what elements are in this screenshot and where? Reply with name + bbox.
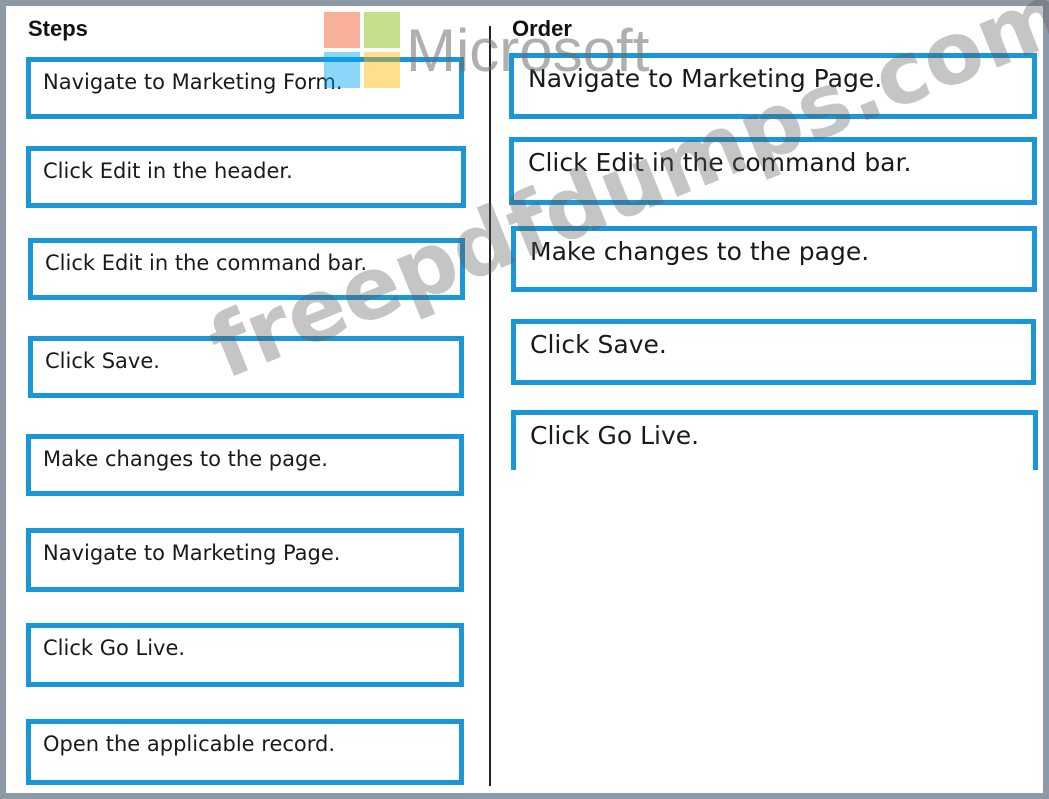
order-label: Click Edit in the command bar.	[528, 148, 912, 177]
step-label: Click Save.	[45, 349, 160, 373]
step-item-click-go-live[interactable]: Click Go Live.	[26, 623, 464, 687]
order-heading: Order	[512, 16, 572, 41]
order-slot-3[interactable]: Make changes to the page.	[511, 226, 1037, 292]
step-label: Click Go Live.	[43, 636, 186, 660]
order-label: Click Save.	[530, 330, 667, 359]
step-label: Make changes to the page.	[43, 447, 328, 471]
column-divider	[489, 26, 491, 786]
question-frame: Steps Order Navigate to Marketing Form. …	[0, 0, 1049, 799]
step-item-click-edit-command-bar[interactable]: Click Edit in the command bar.	[28, 238, 465, 300]
step-item-make-changes[interactable]: Make changes to the page.	[26, 434, 464, 496]
step-label: Click Edit in the command bar.	[45, 251, 368, 275]
order-label: Click Go Live.	[530, 421, 700, 450]
step-item-open-record[interactable]: Open the applicable record.	[26, 719, 464, 785]
step-label: Click Edit in the header.	[43, 159, 293, 183]
step-label: Open the applicable record.	[43, 732, 336, 756]
step-item-navigate-marketing-page[interactable]: Navigate to Marketing Page.	[26, 528, 464, 592]
step-item-navigate-marketing-form[interactable]: Navigate to Marketing Form.	[26, 57, 464, 119]
order-slot-2[interactable]: Click Edit in the command bar.	[509, 137, 1037, 205]
order-label: Navigate to Marketing Page.	[528, 64, 883, 93]
steps-heading: Steps	[28, 16, 88, 41]
order-label: Make changes to the page.	[530, 237, 870, 266]
step-label: Navigate to Marketing Form.	[43, 70, 343, 94]
step-label: Navigate to Marketing Page.	[43, 541, 341, 565]
order-slot-4[interactable]: Click Save.	[511, 319, 1036, 385]
step-item-click-edit-header[interactable]: Click Edit in the header.	[26, 146, 466, 208]
order-slot-1[interactable]: Navigate to Marketing Page.	[509, 53, 1037, 119]
step-item-click-save[interactable]: Click Save.	[28, 336, 464, 398]
order-slot-5[interactable]: Click Go Live.	[511, 410, 1038, 470]
